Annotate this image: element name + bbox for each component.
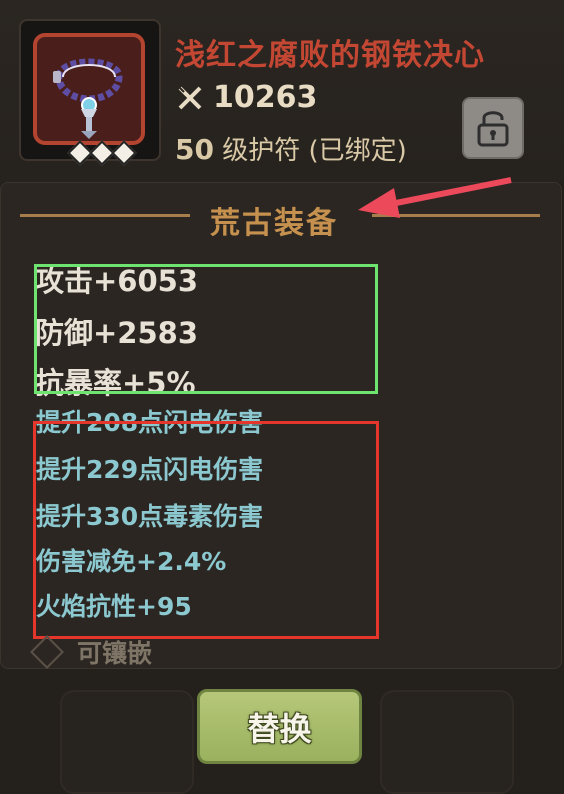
unlocked-padlock-icon bbox=[477, 111, 509, 147]
replace-button[interactable]: 替换 bbox=[197, 689, 362, 764]
socket-diamond-icon bbox=[30, 635, 64, 669]
section-divider-left bbox=[20, 214, 190, 217]
item-level-number: 50 bbox=[175, 133, 214, 166]
crossed-swords-icon bbox=[177, 84, 202, 109]
base-stats-highlight-box bbox=[34, 264, 378, 394]
amulet-necklace-icon bbox=[53, 58, 123, 139]
rarity-diamonds bbox=[67, 140, 137, 166]
rarity-diamond-icon bbox=[111, 140, 137, 166]
socket-label: 可镶嵌 bbox=[77, 639, 153, 668]
background-tile bbox=[60, 690, 194, 794]
item-level-type: 级护符 bbox=[222, 136, 301, 166]
item-bound-status: (已绑定) bbox=[308, 136, 407, 166]
item-icon-background bbox=[33, 33, 145, 145]
socket-row: 可镶嵌 bbox=[30, 634, 153, 670]
power-row: 10263 bbox=[175, 80, 317, 115]
lock-toggle-button[interactable] bbox=[462, 97, 524, 159]
sub-stats-highlight-box bbox=[33, 421, 379, 639]
power-value: 10263 bbox=[213, 80, 318, 115]
item-icon-frame[interactable] bbox=[19, 19, 161, 166]
section-title: 荒古装备 bbox=[210, 206, 338, 241]
background-tile bbox=[380, 690, 514, 794]
item-name: 浅红之腐败的钢铁决心 bbox=[175, 38, 485, 73]
replace-button-label: 替换 bbox=[247, 709, 312, 748]
item-level-row: 50 级护符 (已绑定) bbox=[175, 130, 407, 167]
annotation-arrow-icon bbox=[358, 177, 512, 218]
